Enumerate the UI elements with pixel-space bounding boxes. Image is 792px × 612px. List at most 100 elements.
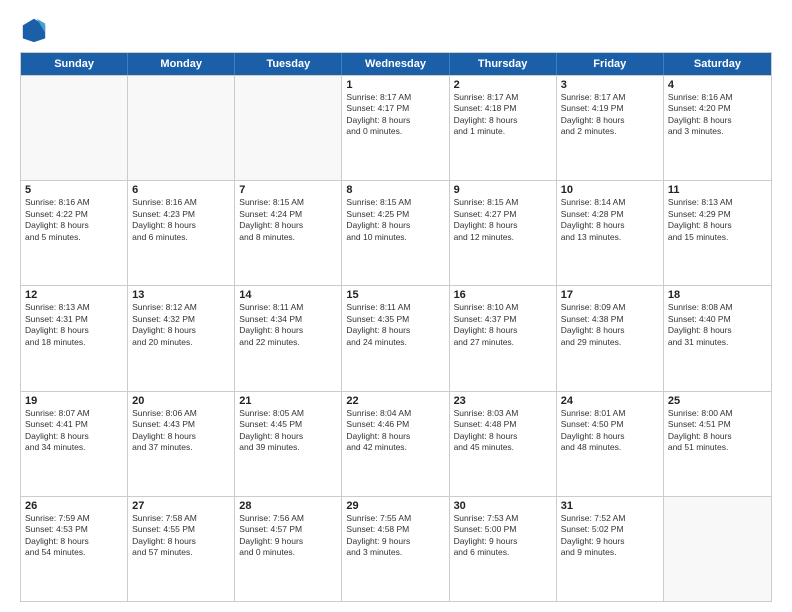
cal-cell-empty-0-0: [21, 76, 128, 180]
cal-cell-16: 16Sunrise: 8:10 AM Sunset: 4:37 PM Dayli…: [450, 286, 557, 390]
day-number: 31: [561, 500, 659, 512]
day-info: Sunrise: 8:17 AM Sunset: 4:18 PM Dayligh…: [454, 92, 552, 138]
day-number: 26: [25, 500, 123, 512]
cal-cell-31: 31Sunrise: 7:52 AM Sunset: 5:02 PM Dayli…: [557, 497, 664, 601]
day-number: 29: [346, 500, 444, 512]
day-number: 12: [25, 289, 123, 301]
day-info: Sunrise: 8:12 AM Sunset: 4:32 PM Dayligh…: [132, 302, 230, 348]
cal-cell-empty-0-1: [128, 76, 235, 180]
cal-cell-29: 29Sunrise: 7:55 AM Sunset: 4:58 PM Dayli…: [342, 497, 449, 601]
day-info: Sunrise: 8:09 AM Sunset: 4:38 PM Dayligh…: [561, 302, 659, 348]
calendar-body: 1Sunrise: 8:17 AM Sunset: 4:17 PM Daylig…: [21, 75, 771, 601]
day-number: 2: [454, 79, 552, 91]
day-info: Sunrise: 8:16 AM Sunset: 4:20 PM Dayligh…: [668, 92, 767, 138]
day-number: 21: [239, 395, 337, 407]
header-day-saturday: Saturday: [664, 53, 771, 75]
cal-cell-20: 20Sunrise: 8:06 AM Sunset: 4:43 PM Dayli…: [128, 392, 235, 496]
cal-cell-25: 25Sunrise: 8:00 AM Sunset: 4:51 PM Dayli…: [664, 392, 771, 496]
day-number: 19: [25, 395, 123, 407]
header: [20, 16, 772, 44]
cal-cell-9: 9Sunrise: 8:15 AM Sunset: 4:27 PM Daylig…: [450, 181, 557, 285]
logo-icon: [20, 16, 48, 44]
cal-cell-14: 14Sunrise: 8:11 AM Sunset: 4:34 PM Dayli…: [235, 286, 342, 390]
day-number: 15: [346, 289, 444, 301]
week-row-2: 12Sunrise: 8:13 AM Sunset: 4:31 PM Dayli…: [21, 285, 771, 390]
cal-cell-27: 27Sunrise: 7:58 AM Sunset: 4:55 PM Dayli…: [128, 497, 235, 601]
day-info: Sunrise: 8:17 AM Sunset: 4:17 PM Dayligh…: [346, 92, 444, 138]
day-number: 22: [346, 395, 444, 407]
cal-cell-2: 2Sunrise: 8:17 AM Sunset: 4:18 PM Daylig…: [450, 76, 557, 180]
cal-cell-17: 17Sunrise: 8:09 AM Sunset: 4:38 PM Dayli…: [557, 286, 664, 390]
day-number: 27: [132, 500, 230, 512]
day-info: Sunrise: 8:16 AM Sunset: 4:23 PM Dayligh…: [132, 197, 230, 243]
day-info: Sunrise: 8:07 AM Sunset: 4:41 PM Dayligh…: [25, 408, 123, 454]
day-info: Sunrise: 7:56 AM Sunset: 4:57 PM Dayligh…: [239, 513, 337, 559]
cal-cell-4: 4Sunrise: 8:16 AM Sunset: 4:20 PM Daylig…: [664, 76, 771, 180]
day-number: 10: [561, 184, 659, 196]
cal-cell-19: 19Sunrise: 8:07 AM Sunset: 4:41 PM Dayli…: [21, 392, 128, 496]
day-number: 1: [346, 79, 444, 91]
day-number: 13: [132, 289, 230, 301]
header-day-monday: Monday: [128, 53, 235, 75]
week-row-0: 1Sunrise: 8:17 AM Sunset: 4:17 PM Daylig…: [21, 75, 771, 180]
cal-cell-3: 3Sunrise: 8:17 AM Sunset: 4:19 PM Daylig…: [557, 76, 664, 180]
header-day-wednesday: Wednesday: [342, 53, 449, 75]
cal-cell-7: 7Sunrise: 8:15 AM Sunset: 4:24 PM Daylig…: [235, 181, 342, 285]
day-number: 4: [668, 79, 767, 91]
day-number: 9: [454, 184, 552, 196]
header-day-thursday: Thursday: [450, 53, 557, 75]
day-info: Sunrise: 8:00 AM Sunset: 4:51 PM Dayligh…: [668, 408, 767, 454]
day-number: 20: [132, 395, 230, 407]
day-info: Sunrise: 8:16 AM Sunset: 4:22 PM Dayligh…: [25, 197, 123, 243]
day-number: 24: [561, 395, 659, 407]
day-info: Sunrise: 8:14 AM Sunset: 4:28 PM Dayligh…: [561, 197, 659, 243]
day-number: 18: [668, 289, 767, 301]
header-day-sunday: Sunday: [21, 53, 128, 75]
day-info: Sunrise: 8:11 AM Sunset: 4:34 PM Dayligh…: [239, 302, 337, 348]
day-number: 14: [239, 289, 337, 301]
header-day-friday: Friday: [557, 53, 664, 75]
week-row-4: 26Sunrise: 7:59 AM Sunset: 4:53 PM Dayli…: [21, 496, 771, 601]
calendar: SundayMondayTuesdayWednesdayThursdayFrid…: [20, 52, 772, 602]
day-info: Sunrise: 8:06 AM Sunset: 4:43 PM Dayligh…: [132, 408, 230, 454]
day-info: Sunrise: 8:03 AM Sunset: 4:48 PM Dayligh…: [454, 408, 552, 454]
day-number: 8: [346, 184, 444, 196]
cal-cell-28: 28Sunrise: 7:56 AM Sunset: 4:57 PM Dayli…: [235, 497, 342, 601]
cal-cell-10: 10Sunrise: 8:14 AM Sunset: 4:28 PM Dayli…: [557, 181, 664, 285]
logo: [20, 16, 52, 44]
day-info: Sunrise: 7:52 AM Sunset: 5:02 PM Dayligh…: [561, 513, 659, 559]
cal-cell-1: 1Sunrise: 8:17 AM Sunset: 4:17 PM Daylig…: [342, 76, 449, 180]
page: SundayMondayTuesdayWednesdayThursdayFrid…: [0, 0, 792, 612]
cal-cell-6: 6Sunrise: 8:16 AM Sunset: 4:23 PM Daylig…: [128, 181, 235, 285]
day-number: 30: [454, 500, 552, 512]
cal-cell-13: 13Sunrise: 8:12 AM Sunset: 4:32 PM Dayli…: [128, 286, 235, 390]
day-number: 25: [668, 395, 767, 407]
day-number: 3: [561, 79, 659, 91]
calendar-header: SundayMondayTuesdayWednesdayThursdayFrid…: [21, 53, 771, 75]
day-number: 5: [25, 184, 123, 196]
day-info: Sunrise: 8:17 AM Sunset: 4:19 PM Dayligh…: [561, 92, 659, 138]
day-info: Sunrise: 8:15 AM Sunset: 4:24 PM Dayligh…: [239, 197, 337, 243]
day-info: Sunrise: 8:08 AM Sunset: 4:40 PM Dayligh…: [668, 302, 767, 348]
cal-cell-12: 12Sunrise: 8:13 AM Sunset: 4:31 PM Dayli…: [21, 286, 128, 390]
day-info: Sunrise: 8:01 AM Sunset: 4:50 PM Dayligh…: [561, 408, 659, 454]
day-info: Sunrise: 8:04 AM Sunset: 4:46 PM Dayligh…: [346, 408, 444, 454]
day-info: Sunrise: 8:13 AM Sunset: 4:31 PM Dayligh…: [25, 302, 123, 348]
header-day-tuesday: Tuesday: [235, 53, 342, 75]
day-number: 17: [561, 289, 659, 301]
cal-cell-22: 22Sunrise: 8:04 AM Sunset: 4:46 PM Dayli…: [342, 392, 449, 496]
week-row-3: 19Sunrise: 8:07 AM Sunset: 4:41 PM Dayli…: [21, 391, 771, 496]
day-info: Sunrise: 8:15 AM Sunset: 4:27 PM Dayligh…: [454, 197, 552, 243]
day-info: Sunrise: 8:10 AM Sunset: 4:37 PM Dayligh…: [454, 302, 552, 348]
day-info: Sunrise: 7:55 AM Sunset: 4:58 PM Dayligh…: [346, 513, 444, 559]
week-row-1: 5Sunrise: 8:16 AM Sunset: 4:22 PM Daylig…: [21, 180, 771, 285]
cal-cell-24: 24Sunrise: 8:01 AM Sunset: 4:50 PM Dayli…: [557, 392, 664, 496]
cal-cell-empty-0-2: [235, 76, 342, 180]
day-info: Sunrise: 7:53 AM Sunset: 5:00 PM Dayligh…: [454, 513, 552, 559]
day-info: Sunrise: 7:58 AM Sunset: 4:55 PM Dayligh…: [132, 513, 230, 559]
day-number: 6: [132, 184, 230, 196]
day-info: Sunrise: 8:15 AM Sunset: 4:25 PM Dayligh…: [346, 197, 444, 243]
day-info: Sunrise: 8:13 AM Sunset: 4:29 PM Dayligh…: [668, 197, 767, 243]
day-info: Sunrise: 8:05 AM Sunset: 4:45 PM Dayligh…: [239, 408, 337, 454]
cal-cell-empty-4-6: [664, 497, 771, 601]
